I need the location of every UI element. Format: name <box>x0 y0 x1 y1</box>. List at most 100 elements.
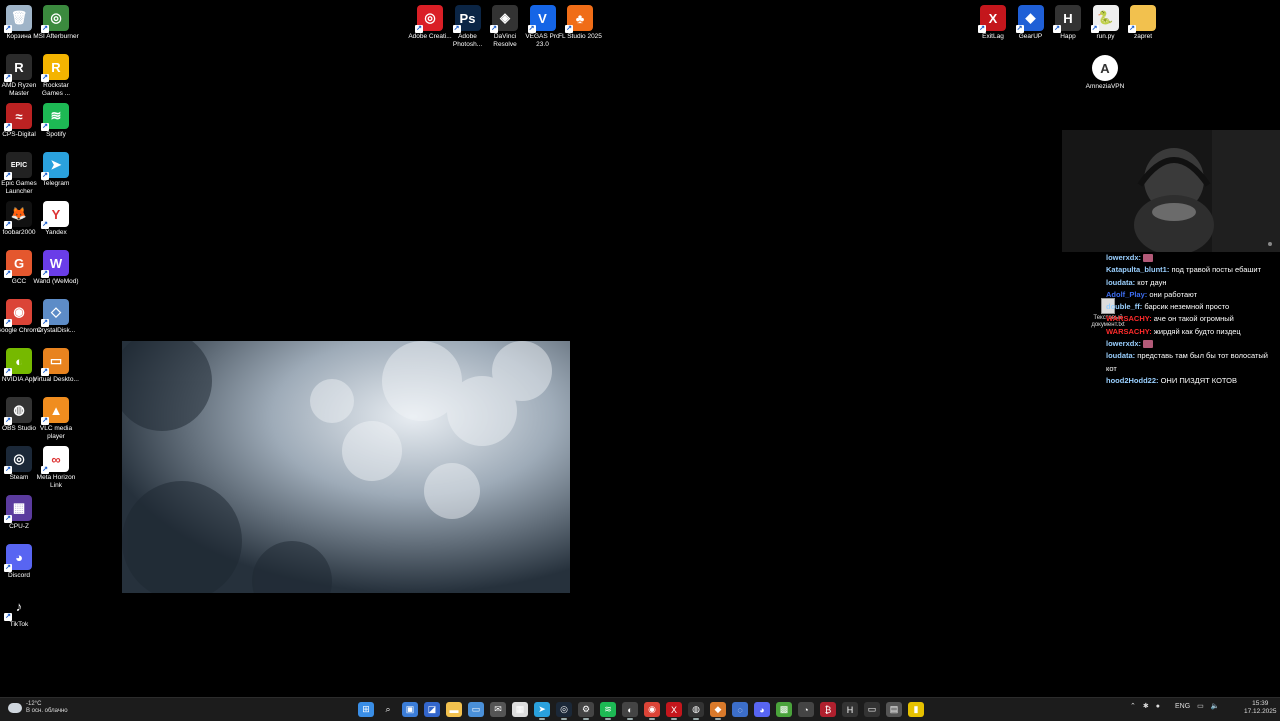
amd-ryzen-master-icon: R ↗ <box>4 54 32 82</box>
desktop-icon-vlc[interactable]: ▲ ↗ VLC media player <box>33 394 79 440</box>
tiktok-icon: ♪ ↗ <box>4 593 32 621</box>
volume-icon[interactable]: 🔈 <box>1211 702 1220 710</box>
desktop-icon-spotify[interactable]: ≋ ↗ Spotify <box>33 100 79 139</box>
shortcut-arrow-icon: ↗ <box>4 417 12 425</box>
meta-icon: ∞ ↗ <box>41 446 69 474</box>
taskbar-chrome-icon[interactable]: ◉ <box>644 702 660 720</box>
microphone-icon[interactable]: ● <box>1156 703 1160 710</box>
desktop-icon-amneziavpn[interactable]: A AmneziaVPN <box>1082 52 1128 91</box>
taskbar-steam-icon[interactable]: ◎ <box>556 702 572 720</box>
desktop-icon-folder[interactable]: ↗ zapret <box>1120 2 1166 41</box>
taskbar-mail-icon[interactable]: ✉ <box>490 702 506 717</box>
adobe-cc-icon: ◎ ↗ <box>415 5 443 33</box>
chat-message: double_ff: барсик неземной просто <box>1106 301 1280 313</box>
shortcut-arrow-icon: ↗ <box>4 564 12 572</box>
rockstar-games-icon: R ↗ <box>41 54 69 82</box>
desktop-icon-meta[interactable]: ∞ ↗ Meta Horizon Link <box>33 443 79 489</box>
desktop-icon-label: Discord <box>7 572 31 579</box>
shortcut-arrow-icon: ↗ <box>41 123 49 131</box>
taskbar-terminal-icon[interactable]: ▭ <box>864 702 880 717</box>
chat-username: WARSACHY: <box>1106 314 1152 324</box>
vegas-pro-icon: V ↗ <box>527 5 556 33</box>
gcc-icon: G ↗ <box>4 250 32 278</box>
webcam-overlay <box>1062 130 1280 252</box>
wand-wemod-icon: W ↗ <box>41 250 69 278</box>
taskbar-happ-icon[interactable]: H <box>842 702 858 717</box>
taskbar-minecraft-icon[interactable]: ▩ <box>776 702 792 717</box>
python-file-icon: 🐍 ↗ <box>1090 5 1119 33</box>
chat-text: ОНИ ПИЗДЯТ КОТОВ <box>1160 375 1237 385</box>
taskbar-app-icon[interactable]: ▤ <box>886 702 902 717</box>
desktop-icon-wand-wemod[interactable]: W ↗ Wand (WeMod) <box>33 247 79 286</box>
taskbar-telegram-icon[interactable]: ➤ <box>534 702 550 720</box>
webcam-indicator <box>1268 242 1272 246</box>
amneziavpn-icon: A <box>1092 55 1118 81</box>
desktop-icon-discord[interactable]: ◕ ↗ Discord <box>0 541 42 580</box>
taskbar-search-icon[interactable]: ⌕ <box>380 702 396 717</box>
fl-studio-icon: ♣ ↗ <box>565 5 593 33</box>
taskbar-app-icon[interactable]: ◔ <box>798 702 814 717</box>
chat-username: lowerxdx: <box>1106 339 1142 349</box>
chevron-up-icon[interactable]: ⌃ <box>1130 702 1136 710</box>
desktop-icon-msi-afterburner[interactable]: ◎ ↗ MSI Afterburner <box>33 2 79 41</box>
chat-message: Katapulta_blunt1: под травой посты ебаши… <box>1106 264 1280 276</box>
desktop-icon-crystaldisk[interactable]: ◇ ↗ CrystalDisk... <box>33 296 79 335</box>
weather-widget[interactable]: -12°C В осн. облачно <box>8 701 68 715</box>
shortcut-arrow-icon: ↗ <box>4 515 12 523</box>
taskbar-start-icon[interactable]: ⊞ <box>358 702 374 717</box>
desktop-icon-label: zapret <box>1133 33 1153 40</box>
taskbar-globe-icon[interactable]: ◌ <box>732 702 748 717</box>
taskbar-app-icon[interactable]: ▮ <box>908 702 924 717</box>
desktop-icon-label: Yandex <box>45 229 67 236</box>
desktop-icon-tiktok[interactable]: ♪ ↗ TikTok <box>0 590 42 629</box>
taskbar-file-explorer-icon[interactable]: ▬ <box>446 702 462 717</box>
taskbar: -12°C В осн. облачно ⊞ ⌕ ▣ ◪ ▬ ▭ ✉ ▦ ➤ ◎ ⚙ ≋ ◐ ◉ X ◍ ◆ ◌ ◕… <box>0 697 1280 721</box>
taskbar-settings-icon[interactable]: ⚙ <box>578 702 594 720</box>
chat-text: барсик неземной просто <box>1144 302 1230 312</box>
desktop-icon-label: CrystalDisk... <box>36 327 76 334</box>
taskbar-remote-icon[interactable]: ▭ <box>468 702 484 717</box>
desktop-icon-fl-studio[interactable]: ♣ ↗ FL Studio 2025 <box>557 2 603 41</box>
shortcut-arrow-icon: ↗ <box>490 25 498 33</box>
taskbar-obs-icon[interactable]: ◍ <box>688 702 704 720</box>
clock-date: 17.12.2025 <box>1244 708 1277 715</box>
weather-temperature: -12°C <box>26 701 42 707</box>
bluetooth-icon[interactable]: ✱ <box>1143 702 1149 710</box>
taskbar-exitlag-icon[interactable]: X <box>666 702 682 720</box>
shortcut-arrow-icon: ↗ <box>565 25 573 33</box>
taskbar-spotify-icon[interactable]: ≋ <box>600 702 616 720</box>
chat-message: WARSACHY: аче он такой огромный <box>1106 313 1280 325</box>
network-icon[interactable]: ▭ <box>1197 702 1204 710</box>
shortcut-arrow-icon: ↗ <box>41 172 49 180</box>
desktop-icon-yandex[interactable]: Y ↗ Yandex <box>33 198 79 237</box>
shortcut-arrow-icon: ↗ <box>41 417 49 425</box>
desktop-icon-rockstar-games[interactable]: R ↗ Rockstar Games ... <box>33 51 79 97</box>
video-window[interactable] <box>122 341 570 593</box>
desktop-icon-label: FL Studio 2025 <box>558 33 602 40</box>
shortcut-arrow-icon: ↗ <box>41 319 49 327</box>
taskbar-discord-icon[interactable]: ◕ <box>754 702 770 717</box>
desktop-icon-label: Meta Horizon Link <box>36 474 76 489</box>
obs-icon: ◍ ↗ <box>4 397 32 425</box>
system-clock[interactable]: 15:39 17.12.2025 <box>1244 700 1277 716</box>
shortcut-arrow-icon: ↗ <box>4 74 12 82</box>
desktop-icon-telegram[interactable]: ➤ ↗ Telegram <box>33 149 79 188</box>
desktop-icon-label: Virtual Deskto... <box>33 376 79 383</box>
shortcut-arrow-icon: ↗ <box>1053 25 1061 33</box>
taskbar-app-icon[interactable]: ₿ <box>820 702 836 717</box>
desktop-icon-cpu-z[interactable]: ▦ ↗ CPU-Z <box>0 492 42 531</box>
taskbar-calendar-icon[interactable]: ▦ <box>512 702 528 717</box>
taskbar-nvidia-icon[interactable]: ◐ <box>622 702 638 720</box>
shortcut-arrow-icon: ↗ <box>4 221 12 229</box>
taskbar-shield-icon[interactable]: ◆ <box>710 702 726 720</box>
desktop-icon-label: TikTok <box>9 621 29 628</box>
taskbar-apps: ⊞ ⌕ ▣ ◪ ▬ ▭ ✉ ▦ ➤ ◎ ⚙ ≋ ◐ ◉ X ◍ ◆ ◌ ◕ ▩ ◔ ₿ H ▭ ▤ ▮ <box>358 702 924 720</box>
chat-message: lowerxdx: <box>1106 252 1280 264</box>
shortcut-arrow-icon: ↗ <box>41 270 49 278</box>
virtual-desktop-icon: ▭ ↗ <box>41 348 69 376</box>
chat-emote-icon <box>1143 340 1154 349</box>
desktop-icon-virtual-desktop[interactable]: ▭ ↗ Virtual Deskto... <box>33 345 79 384</box>
taskbar-app-icon[interactable]: ◪ <box>424 702 440 717</box>
taskbar-widgets-icon[interactable]: ▣ <box>402 702 418 717</box>
language-indicator[interactable]: ENG <box>1175 703 1190 710</box>
